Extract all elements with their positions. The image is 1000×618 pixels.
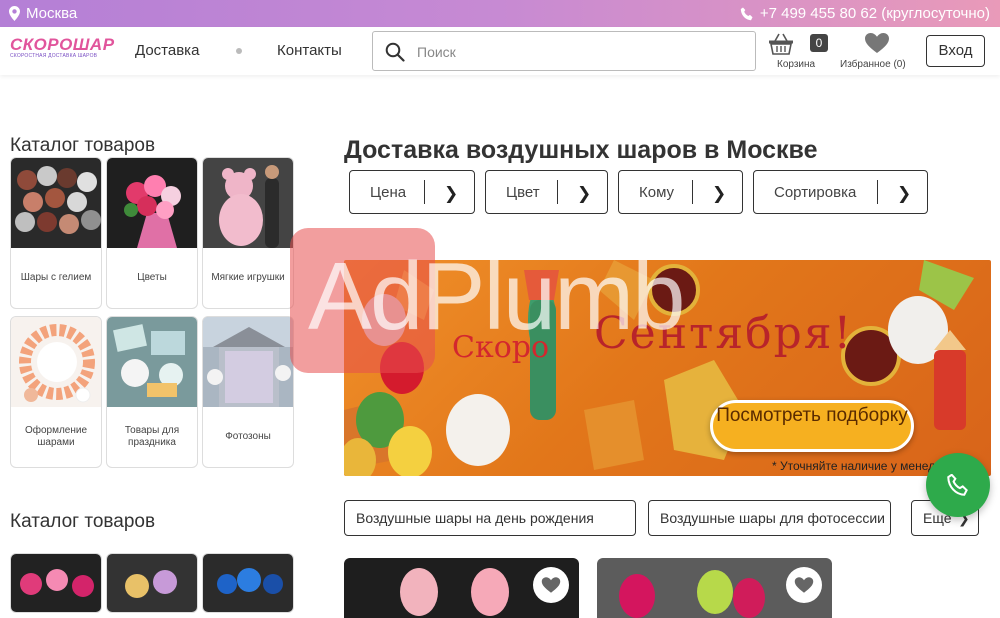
filter-sort[interactable]: Сортировка ❯ <box>753 170 928 214</box>
category-tile-soft-toys[interactable]: Мягкие игрушки <box>202 157 294 309</box>
category-tile-photozones[interactable]: Фотозоны <box>202 316 294 468</box>
category-image <box>11 158 101 248</box>
filter-label: Цвет <box>506 184 540 201</box>
filter-color[interactable]: Цвет ❯ <box>485 170 608 214</box>
cart-count-badge: 0 <box>810 34 828 52</box>
category-label: Шары с гелием <box>20 272 92 283</box>
filter-separator <box>877 180 878 204</box>
filter-label: Цена <box>370 184 407 201</box>
category-label: Цветы <box>137 272 167 283</box>
catalog-title: Каталог товаров <box>10 135 156 156</box>
category-image <box>203 317 293 407</box>
filter-separator <box>557 180 558 204</box>
category-image <box>107 554 197 612</box>
cart-button[interactable]: 0 Корзина <box>768 31 830 73</box>
phone-icon <box>947 474 968 496</box>
category-label: Оформление шарами <box>24 425 88 448</box>
filter-label: Кому <box>639 184 675 201</box>
banner-word-soon: Скоро <box>452 330 550 365</box>
chip-birthday-balloons[interactable]: Воздушные шары на день рождения <box>344 500 636 536</box>
category-tile-decor[interactable]: Оформление шарами <box>10 316 102 468</box>
top-bar: Москва +7 499 455 80 62 (круглосуточно) <box>0 0 1000 27</box>
filter-price[interactable]: Цена ❯ <box>349 170 475 214</box>
category-image <box>203 554 293 612</box>
site-logo[interactable]: СКОРОШАР СКОРОСТНАЯ ДОСТАВКА ШАРОВ <box>10 35 115 60</box>
category-tile-helium[interactable]: Шары с гелием <box>10 157 102 309</box>
phone-icon <box>740 7 753 20</box>
nav-divider-dot <box>236 48 242 54</box>
location-pin-icon <box>9 6 20 21</box>
cart-label: Корзина <box>777 59 816 70</box>
filter-separator <box>424 180 425 204</box>
chevron-right-icon: ❯ <box>712 184 727 203</box>
search-input[interactable] <box>417 41 737 63</box>
filter-separator <box>692 180 693 204</box>
category-tile-partial[interactable] <box>202 553 294 613</box>
phone-number: +7 499 455 80 62 (круглосуточно) <box>759 5 990 22</box>
category-tile-partial[interactable] <box>106 553 198 613</box>
category-tile-partial[interactable] <box>10 553 102 613</box>
heart-icon <box>541 577 561 593</box>
city-name: Москва <box>26 5 78 22</box>
call-button[interactable] <box>926 453 990 517</box>
filter-recipient[interactable]: Кому ❯ <box>618 170 743 214</box>
filter-label: Сортировка <box>774 184 857 201</box>
main-header: СКОРОШАР СКОРОСТНАЯ ДОСТАВКА ШАРОВ Доста… <box>0 27 1000 75</box>
promo-banner[interactable]: Скоро Сентября! Посмотреть подборку * Ут… <box>344 260 991 476</box>
category-tile-flowers[interactable]: Цветы <box>106 157 198 309</box>
heart-icon <box>794 577 814 593</box>
city-selector[interactable]: Москва <box>9 5 77 22</box>
login-button[interactable]: Вход <box>926 35 985 67</box>
product-card[interactable] <box>344 558 579 618</box>
favorite-toggle[interactable] <box>786 567 822 603</box>
logo-main-text: СКОРОШАР <box>10 35 115 54</box>
phone-link[interactable]: +7 499 455 80 62 (круглосуточно) <box>740 5 990 22</box>
chevron-right-icon: ❯ <box>577 184 592 203</box>
category-tile-party-goods[interactable]: Товары для праздника <box>106 316 198 468</box>
category-image <box>11 554 101 612</box>
favorites-button[interactable]: Избранное (0) <box>840 31 920 73</box>
banner-cta-button[interactable]: Посмотреть подборку <box>710 400 914 452</box>
category-label: Мягкие игрушки <box>211 272 285 283</box>
chevron-right-icon: ❯ <box>897 184 912 203</box>
chip-photoshoot-balloons[interactable]: Воздушные шары для фотосессии <box>648 500 891 536</box>
search-box <box>372 31 756 71</box>
category-image <box>203 158 293 248</box>
category-image <box>107 317 197 407</box>
catalog-title-secondary: Каталог товаров <box>10 511 156 532</box>
logo-sub-text: СКОРОСТНАЯ ДОСТАВКА ШАРОВ <box>10 53 98 59</box>
page-title: Доставка воздушных шаров в Москве <box>344 136 818 164</box>
category-label: Фотозоны <box>225 431 271 442</box>
nav-delivery-link[interactable]: Доставка <box>135 42 199 59</box>
search-icon[interactable] <box>385 42 405 62</box>
favorite-toggle[interactable] <box>533 567 569 603</box>
favorites-label: Избранное (0) <box>840 59 906 70</box>
banner-word-september: Сентября! <box>594 308 854 359</box>
heart-icon <box>865 33 889 53</box>
chevron-right-icon: ❯ <box>444 184 459 203</box>
basket-icon <box>769 33 793 55</box>
category-image <box>11 317 101 407</box>
category-label: Товары для праздника <box>124 425 180 448</box>
category-image <box>107 158 197 248</box>
product-card[interactable] <box>597 558 832 618</box>
nav-contacts-link[interactable]: Контакты <box>277 42 342 59</box>
